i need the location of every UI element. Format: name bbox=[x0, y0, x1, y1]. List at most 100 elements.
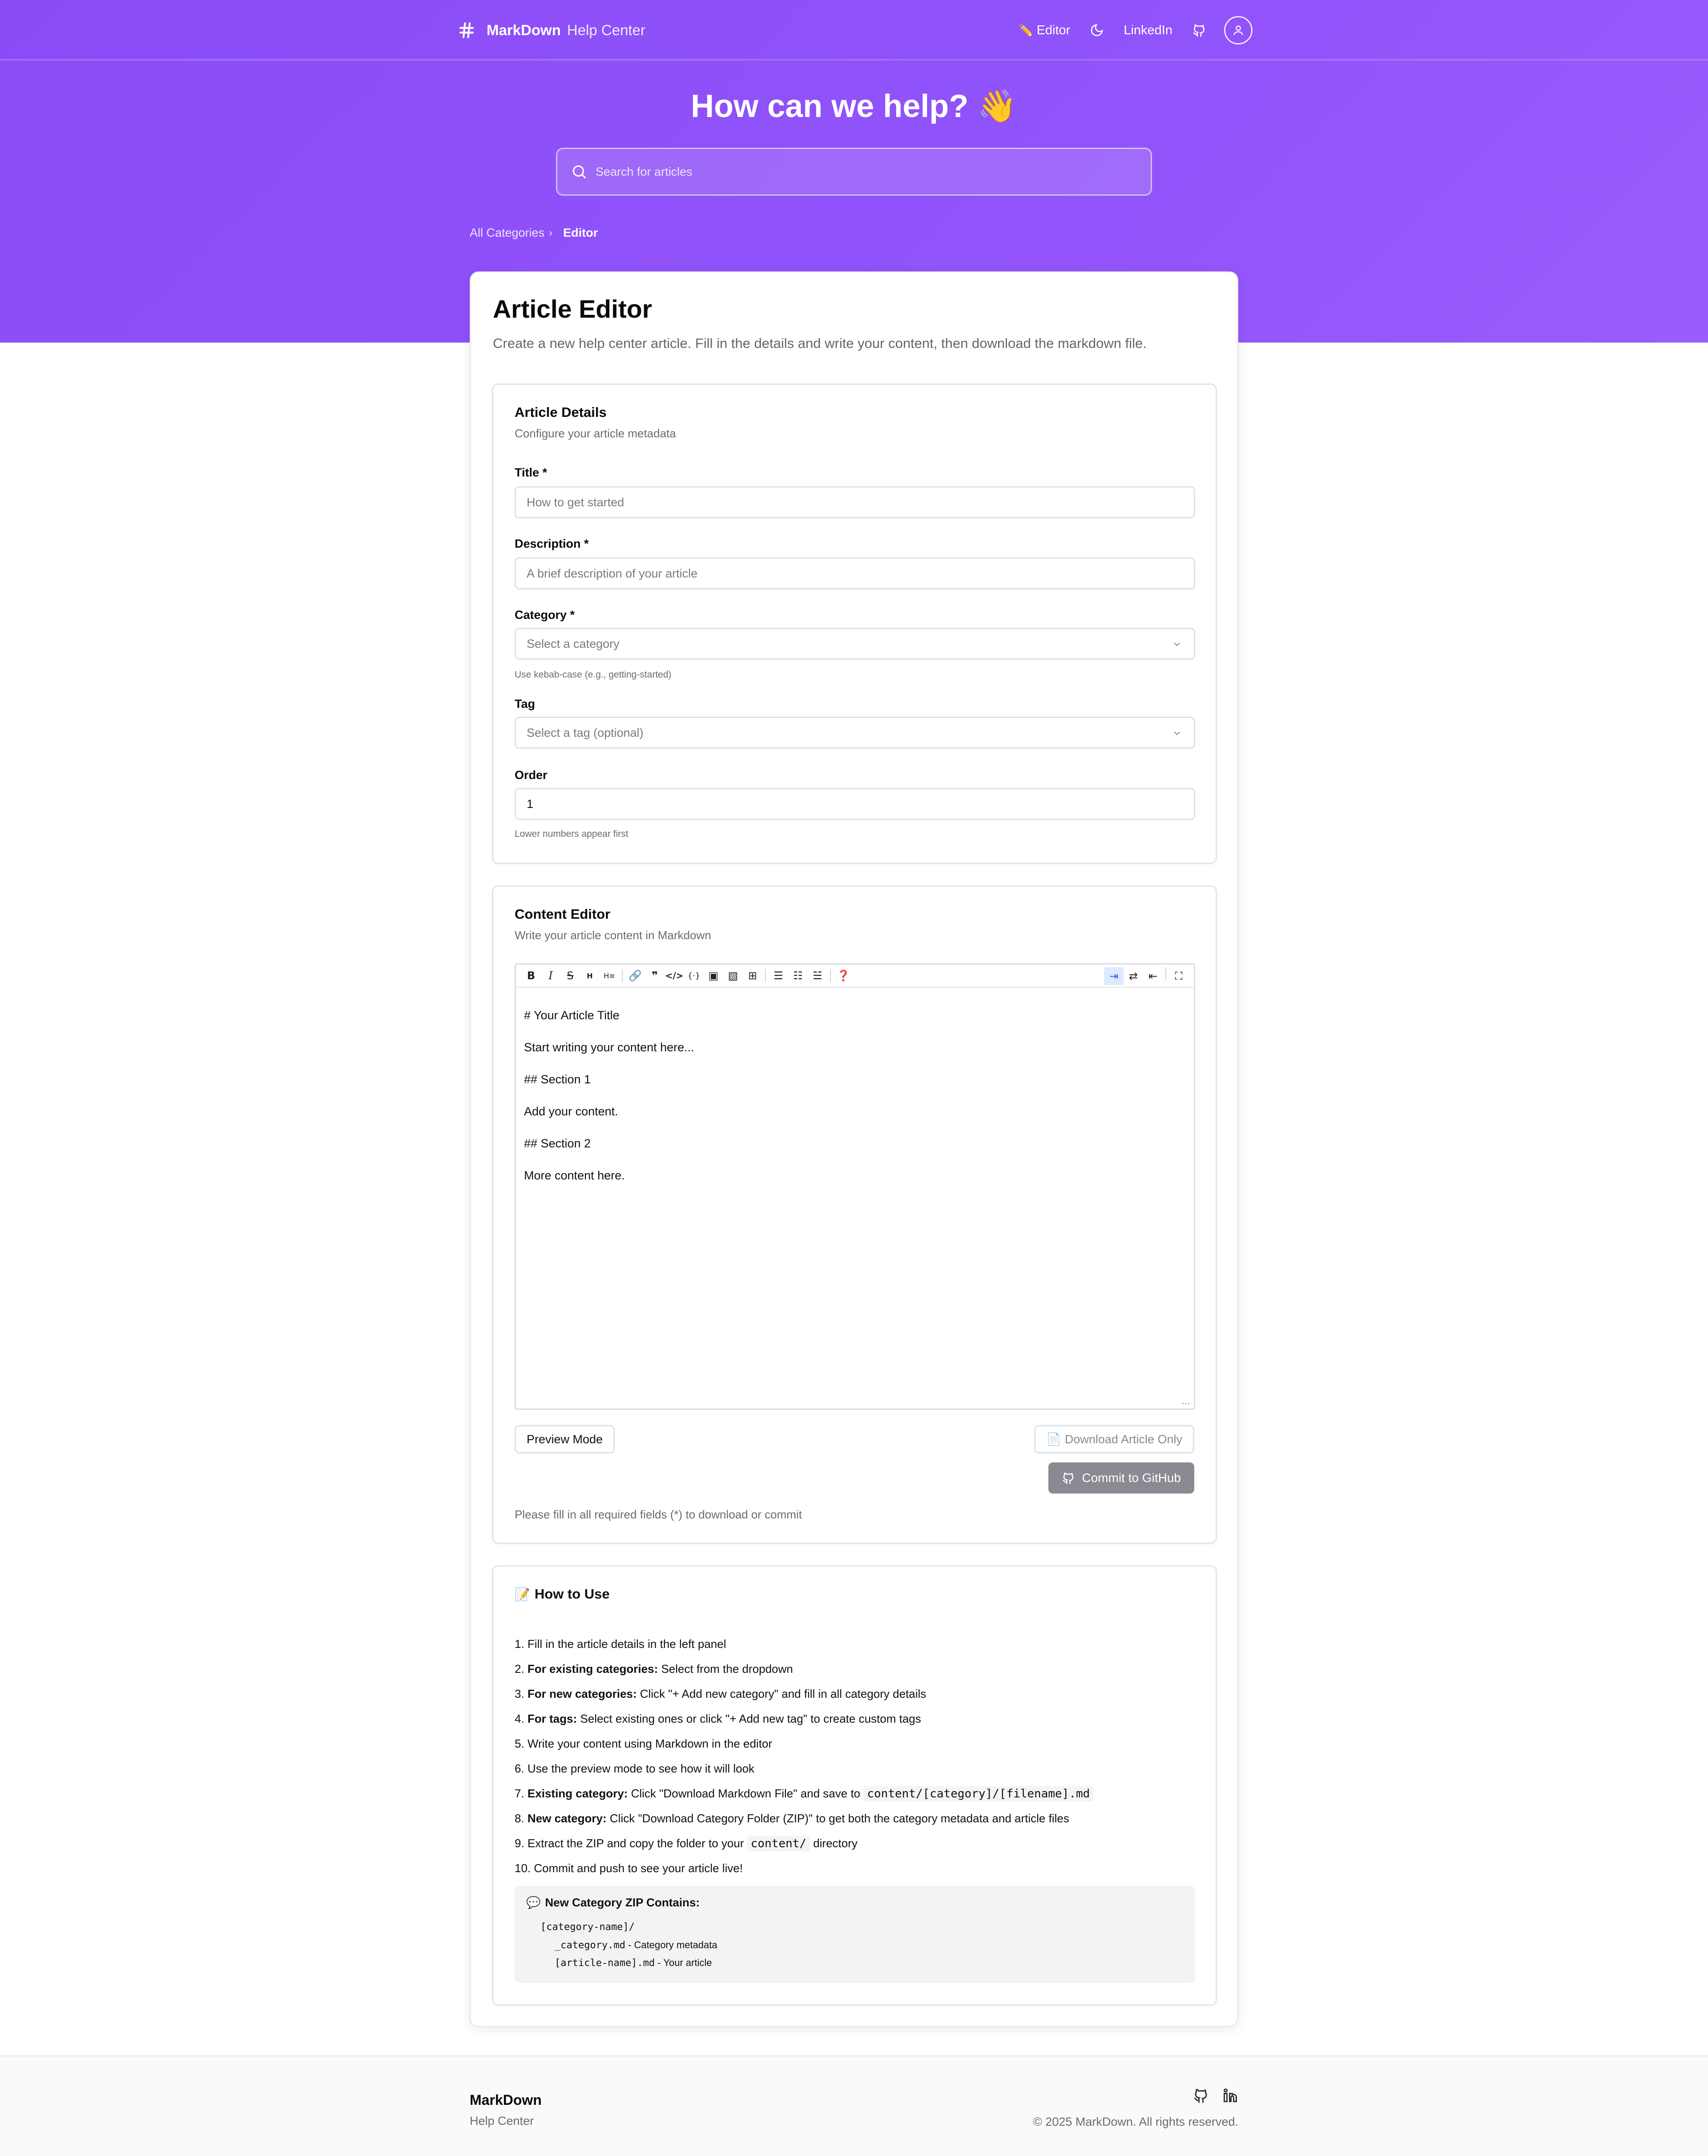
editor-toolbar: B I S H H≡ 🔗 ❞ </> {·} ▣ ▧ ⊞ ☰ ☷ ☱ ❓ ⇥ ⇄… bbox=[516, 965, 1194, 988]
content-editor-subtitle: Write your article content in Markdown bbox=[515, 929, 711, 942]
category-select[interactable]: Select a category bbox=[515, 628, 1195, 660]
page-description: Create a new help center article. Fill i… bbox=[493, 335, 1147, 351]
editor-line: Add your content. bbox=[524, 1105, 618, 1118]
brand-link[interactable]: MarkDown Help Center bbox=[457, 18, 645, 43]
content-editor-title: Content Editor bbox=[515, 906, 611, 922]
chevron-down-icon bbox=[1174, 731, 1180, 735]
bold-button[interactable]: B bbox=[521, 967, 541, 985]
inline-code: content/ bbox=[747, 1836, 810, 1851]
table-icon[interactable]: ⊞ bbox=[743, 967, 762, 985]
strikethrough-button[interactable]: S bbox=[560, 967, 580, 985]
preview-mode-icon[interactable]: ⇤ bbox=[1143, 967, 1163, 985]
fullscreen-icon[interactable]: ⛶ bbox=[1169, 967, 1188, 985]
search-input[interactable] bbox=[596, 165, 1129, 179]
edit-mode-icon[interactable]: ⇥ bbox=[1104, 967, 1124, 985]
user-icon bbox=[1233, 25, 1243, 35]
how-to-use-panel: 📝 How to Use 1. Fill in the article deta… bbox=[492, 1565, 1217, 2006]
zip-contents-heading: New Category ZIP Contains: bbox=[545, 1896, 700, 1909]
resize-handle-icon[interactable]: … bbox=[1181, 1397, 1190, 1407]
tag-select[interactable]: Select a tag (optional) bbox=[515, 717, 1195, 749]
preview-mode-button[interactable]: Preview Mode bbox=[515, 1425, 615, 1453]
chevron-down-icon bbox=[1174, 642, 1180, 646]
footer-linkedin-link[interactable] bbox=[1222, 2087, 1238, 2104]
unordered-list-icon[interactable]: ☰ bbox=[769, 967, 788, 985]
toolbar-separator bbox=[830, 969, 831, 982]
footer-subtitle: Help Center bbox=[470, 2114, 534, 2128]
markdown-editor[interactable]: B I S H H≡ 🔗 ❞ </> {·} ▣ ▧ ⊞ ☰ ☷ ☱ ❓ ⇥ ⇄… bbox=[515, 963, 1195, 1410]
search-box[interactable] bbox=[556, 148, 1152, 196]
checklist-icon[interactable]: ☱ bbox=[808, 967, 827, 985]
nav-editor-label: Editor bbox=[1036, 23, 1071, 37]
article-details-title: Article Details bbox=[515, 404, 607, 420]
article-editor-card: Article Editor Create a new help center … bbox=[470, 271, 1238, 2027]
title-input[interactable]: How to get started bbox=[515, 486, 1195, 518]
moon-icon bbox=[1091, 24, 1103, 36]
category-select-value: Select a category bbox=[527, 637, 620, 650]
heading-button[interactable]: H bbox=[580, 967, 600, 985]
list-item: 8. New category: Click "Download Categor… bbox=[515, 1812, 1069, 1825]
how-to-use-title: 📝 How to Use bbox=[515, 1586, 610, 1602]
link-icon[interactable]: 🔗 bbox=[625, 967, 645, 985]
nav-editor-link[interactable]: ✏️ Editor bbox=[1019, 23, 1070, 38]
help-icon[interactable]: ❓ bbox=[834, 967, 853, 985]
order-label: Order bbox=[515, 768, 548, 782]
content-editor-panel: Content Editor Write your article conten… bbox=[492, 885, 1217, 1544]
list-item: 7. Existing category: Click "Download Ma… bbox=[515, 1781, 1094, 1806]
speech-bubble-icon: 💬 bbox=[526, 1896, 541, 1909]
github-icon bbox=[1194, 2089, 1207, 2103]
inline-code: content/[category]/[filename].md bbox=[863, 1786, 1094, 1801]
how-to-use-heading: How to Use bbox=[534, 1586, 610, 1602]
download-article-label: Download Article Only bbox=[1064, 1432, 1182, 1446]
editor-line: Start writing your content here... bbox=[524, 1041, 694, 1054]
code-block-icon[interactable]: {·} bbox=[684, 967, 704, 985]
editor-content[interactable]: # Your Article Title Start writing your … bbox=[524, 999, 694, 1191]
editor-line: ## Section 1 bbox=[524, 1073, 591, 1086]
list-item: 10. Commit and push to see your article … bbox=[515, 1861, 743, 1875]
footer-social-links bbox=[1180, 2087, 1238, 2104]
commit-to-github-button[interactable]: Commit to GitHub bbox=[1048, 1462, 1194, 1494]
footer-copyright: © 2025 MarkDown. All rights reserved. bbox=[1033, 2115, 1238, 2128]
list-item: 5. Write your content using Markdown in … bbox=[515, 1737, 773, 1750]
category-label: Category * bbox=[515, 608, 575, 622]
download-article-button[interactable]: 📄 Download Article Only bbox=[1034, 1425, 1194, 1453]
user-avatar-button[interactable] bbox=[1224, 16, 1253, 44]
order-hint: Lower numbers appear first bbox=[515, 829, 628, 839]
list-item: 9. Extract the ZIP and copy the folder t… bbox=[515, 1836, 858, 1851]
github-link[interactable] bbox=[1192, 23, 1206, 37]
theme-toggle-button[interactable] bbox=[1090, 23, 1104, 37]
linkedin-icon bbox=[1224, 2088, 1237, 2102]
split-mode-icon[interactable]: ⇄ bbox=[1124, 967, 1143, 985]
description-label: Description * bbox=[515, 537, 589, 550]
image-icon[interactable]: ▧ bbox=[723, 967, 743, 985]
code-icon[interactable]: </> bbox=[665, 967, 684, 985]
brand-name: MarkDown bbox=[487, 22, 561, 38]
zip-file-category: _category.md - Category metadata bbox=[555, 1939, 717, 1951]
nav-links: ✏️ Editor LinkedIn bbox=[999, 16, 1253, 44]
chevron-right-icon: › bbox=[549, 226, 553, 239]
comment-icon[interactable]: ▣ bbox=[704, 967, 723, 985]
document-icon: 📄 bbox=[1046, 1433, 1061, 1446]
article-details-panel: Article Details Configure your article m… bbox=[492, 384, 1217, 864]
category-hint: Use kebab-case (e.g., getting-started) bbox=[515, 670, 672, 680]
editor-line: # Your Article Title bbox=[524, 1009, 620, 1022]
ordered-list-icon[interactable]: ☷ bbox=[788, 967, 808, 985]
footer-brand: MarkDown bbox=[470, 2092, 542, 2108]
breadcrumb: All Categories › Editor bbox=[470, 226, 598, 240]
description-input[interactable]: A brief description of your article bbox=[515, 557, 1195, 589]
list-item: 2. For existing categories: Select from … bbox=[515, 1662, 793, 1676]
list-item: 4. For tags: Select existing ones or cli… bbox=[515, 1712, 921, 1725]
quote-icon[interactable]: ❞ bbox=[645, 967, 665, 985]
breadcrumb-all-categories[interactable]: All Categories bbox=[470, 226, 544, 240]
toolbar-view-controls: ⇥ ⇄ ⇤ ⛶ bbox=[1104, 967, 1188, 985]
heading-options-button[interactable]: H≡ bbox=[600, 967, 619, 985]
validation-message: Please fill in all required fields (*) t… bbox=[515, 1508, 802, 1521]
order-input[interactable]: 1 bbox=[515, 788, 1195, 820]
nav-linkedin-link[interactable]: LinkedIn bbox=[1124, 23, 1172, 38]
page-title: Article Editor bbox=[493, 295, 652, 323]
italic-button[interactable]: I bbox=[541, 967, 560, 985]
zip-contents-title: 💬 New Category ZIP Contains: bbox=[526, 1896, 700, 1910]
footer-github-link[interactable] bbox=[1193, 2087, 1209, 2104]
pencil-icon: ✏️ bbox=[1019, 23, 1033, 37]
list-item: 3. For new categories: Click "+ Add new … bbox=[515, 1687, 927, 1700]
title-label: Title * bbox=[515, 466, 548, 479]
